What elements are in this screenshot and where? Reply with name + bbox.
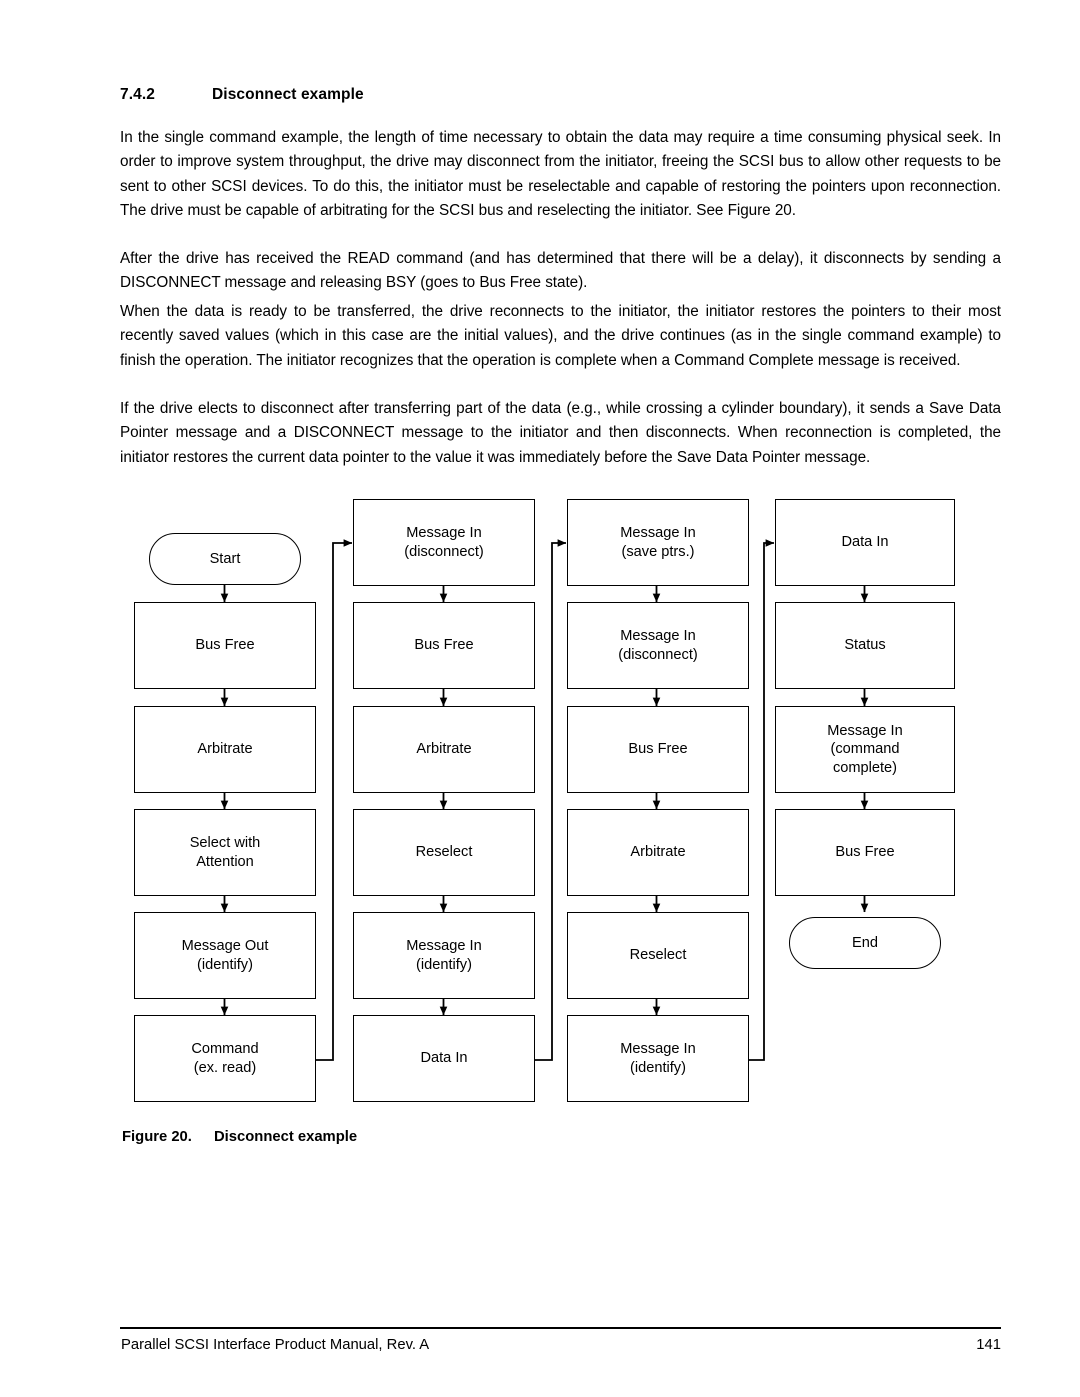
flow-node-message-in-disconnect-c3: Message In (disconnect): [567, 602, 749, 689]
flow-node-bus-free-c4: Bus Free: [775, 809, 955, 896]
flow-node-bus-free-c2: Bus Free: [353, 602, 535, 689]
flow-node-data-in-c4: Data In: [775, 499, 955, 586]
flow-node-message-in-disconnect-c2: Message In (disconnect): [353, 499, 535, 586]
page-title: 7.4.2 Disconnect example: [120, 86, 1000, 104]
flow-node-label: Message In (identify): [406, 938, 482, 973]
flow-node-message-in-identify-c3: Message In (identify): [567, 1015, 749, 1102]
figure-caption-label: Figure 20.: [122, 1129, 192, 1145]
figure-caption-title: Disconnect example: [214, 1129, 358, 1145]
flow-node-label: Message In (command complete): [827, 722, 903, 776]
flow-node-arbitrate-c2: Arbitrate: [353, 706, 535, 793]
body-paragraph-2: After the drive has received the READ co…: [120, 250, 1001, 292]
flow-node-end: End: [789, 917, 941, 969]
footer-page-number: 141: [976, 1337, 1001, 1353]
flow-node-message-in-command-complete: Message In (command complete): [775, 706, 955, 793]
flow-node-bus-free: Bus Free: [134, 602, 316, 689]
flow-node-label: Message Out (identify): [181, 938, 269, 973]
flow-node-reselect-c3: Reselect: [567, 912, 749, 999]
flow-node-label: Start: [209, 550, 241, 567]
flow-node-reselect-c2: Reselect: [353, 809, 535, 896]
flow-node-label: Status: [844, 637, 886, 654]
flow-node-label: End: [852, 934, 878, 951]
flow-node-label: Reselect: [629, 947, 687, 964]
flow-node-label: Data In: [841, 534, 889, 551]
flow-node-label: Bus Free: [628, 741, 688, 758]
flow-node-label: Arbitrate: [630, 844, 686, 861]
flow-node-label: Arbitrate: [416, 741, 472, 758]
flow-node-label: Command (ex. read): [191, 1041, 259, 1076]
flow-node-start: Start: [149, 533, 301, 585]
flow-node-label: Bus Free: [414, 637, 474, 654]
flow-node-label: Message In (identify): [620, 1041, 696, 1076]
flow-node-label: Reselect: [415, 844, 473, 861]
flow-node-message-out-identify: Message Out (identify): [134, 912, 316, 999]
footer-divider: [120, 1327, 1001, 1330]
flow-node-select-with-attention: Select with Attention: [134, 809, 316, 896]
flow-node-label: Bus Free: [195, 637, 255, 654]
flow-node-data-in-c2: Data In: [353, 1015, 535, 1102]
section-title: Disconnect example: [212, 86, 364, 103]
connector-col3-to-col4: [748, 539, 775, 1061]
body-paragraph-4: If the drive elects to disconnect after …: [120, 400, 1001, 466]
flow-node-message-in-identify-c2: Message In (identify): [353, 912, 535, 999]
figure-caption: Figure 20. Disconnect example: [122, 1129, 357, 1145]
flow-node-label: Message In (save ptrs.): [620, 525, 696, 560]
flow-node-status: Status: [775, 602, 955, 689]
body-paragraph-3: When the data is ready to be transferred…: [120, 303, 1001, 369]
flow-node-label: Data In: [420, 1050, 468, 1067]
flow-node-label: Message In (disconnect): [618, 628, 698, 663]
connector-col2-to-col3: [535, 539, 567, 1061]
connector-col1-to-col2: [315, 539, 353, 1061]
flow-node-label: Arbitrate: [197, 741, 253, 758]
footer-document-title: Parallel SCSI Interface Product Manual, …: [121, 1337, 430, 1353]
flow-node-label: Message In (disconnect): [404, 525, 484, 560]
flow-node-label: Select with Attention: [189, 835, 261, 870]
flow-node-bus-free-c3: Bus Free: [567, 706, 749, 793]
flow-node-command-ex-read: Command (ex. read): [134, 1015, 316, 1102]
flow-node-arbitrate-c3: Arbitrate: [567, 809, 749, 896]
flow-node-message-in-save-ptrs: Message In (save ptrs.): [567, 499, 749, 586]
body-paragraph-1: In the single command example, the lengt…: [120, 129, 1001, 219]
flow-node-arbitrate: Arbitrate: [134, 706, 316, 793]
flow-node-label: Bus Free: [835, 844, 895, 861]
document-page: 7.4.2 Disconnect example In the single co…: [0, 0, 1080, 1397]
section-number: 7.4.2: [120, 86, 155, 103]
